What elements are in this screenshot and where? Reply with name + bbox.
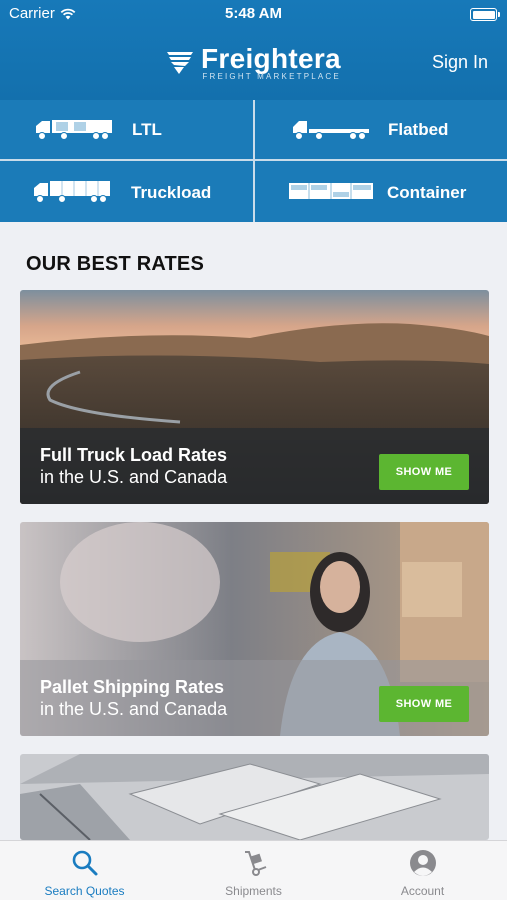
section-title: OUR BEST RATES: [26, 253, 204, 275]
mode-flatbed-button[interactable]: Flatbed: [255, 100, 507, 159]
sign-in-button[interactable]: Sign In: [432, 52, 488, 73]
rate-card-pallet[interactable]: Pallet Shipping Rates in the U.S. and Ca…: [20, 522, 489, 736]
truckload-truck-icon: [34, 181, 110, 203]
loading-dock-image: [20, 754, 489, 840]
tab-shipments[interactable]: Shipments: [169, 841, 338, 900]
hand-truck-icon: [245, 851, 267, 876]
card-title: Pallet Shipping Rates: [40, 677, 225, 697]
shipping-modes-grid: LTL Flatbed Truckload Container: [0, 100, 507, 222]
ltl-truck-icon: [36, 120, 112, 140]
mode-ltl-label: LTL: [132, 120, 162, 139]
mode-container-button[interactable]: Container: [255, 161, 507, 222]
tab-search-quotes[interactable]: Search Quotes: [0, 841, 169, 900]
show-me-button[interactable]: SHOW ME: [379, 686, 469, 722]
status-bar: Carrier 5:48 AM: [0, 0, 507, 28]
show-me-button[interactable]: SHOW ME: [379, 454, 469, 490]
rate-card-ftl[interactable]: Full Truck Load Rates in the U.S. and Ca…: [20, 290, 489, 504]
rate-card-third[interactable]: [20, 754, 489, 840]
brand-tagline: FREIGHT MARKETPLACE: [202, 72, 341, 81]
mode-container-label: Container: [387, 183, 467, 202]
tab-label: Account: [400, 884, 445, 898]
brand-name: Freightera: [201, 43, 341, 74]
container-icon: [289, 183, 373, 199]
person-icon: [410, 850, 436, 876]
mode-flatbed-label: Flatbed: [388, 120, 449, 139]
mode-truckload-label: Truckload: [131, 183, 212, 202]
card-title: Full Truck Load Rates: [40, 445, 228, 465]
app-header: Carrier 5:48 AM Freightera FREIGHT MARKE…: [0, 0, 507, 100]
card-subtitle: in the U.S. and Canada: [40, 699, 228, 719]
search-icon: [72, 850, 98, 876]
logo-mark-icon: [167, 51, 193, 74]
tab-label: Shipments: [225, 884, 282, 898]
mode-ltl-button[interactable]: LTL: [0, 100, 253, 159]
mode-truckload-button[interactable]: Truckload: [0, 161, 253, 222]
tab-label: Search Quotes: [44, 884, 125, 898]
battery-icon: [470, 8, 500, 21]
tab-bar: Search Quotes Shipments Account: [0, 840, 507, 900]
flatbed-truck-icon: [293, 121, 369, 140]
status-time: 5:48 AM: [225, 5, 282, 22]
tab-account[interactable]: Account: [338, 841, 507, 900]
card-subtitle: in the U.S. and Canada: [40, 467, 228, 487]
freightera-logo: Freightera FREIGHT MARKETPLACE: [165, 44, 341, 81]
